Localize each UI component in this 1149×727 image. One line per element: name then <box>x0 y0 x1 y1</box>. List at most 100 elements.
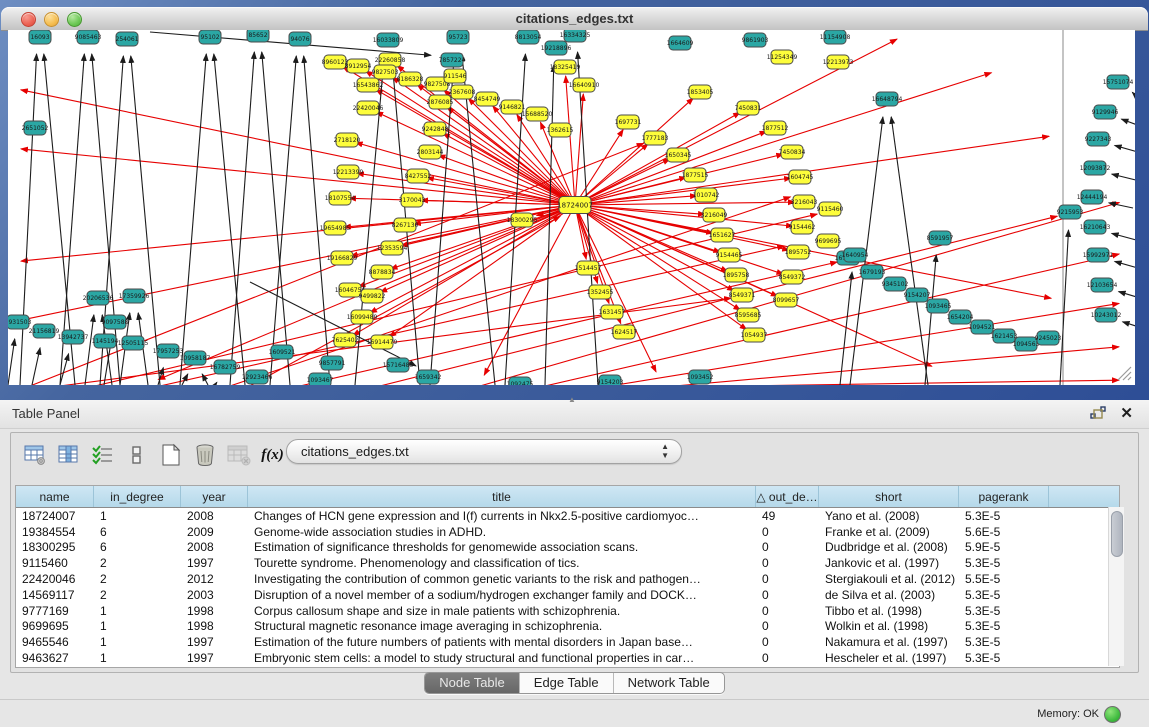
graph-node[interactable]: 1092475 <box>507 377 534 391</box>
graph-node[interactable]: 16334325 <box>560 28 591 42</box>
delete-table-icon[interactable] <box>223 440 254 470</box>
graph-node[interactable]: 1877512 <box>762 121 789 135</box>
graph-node[interactable]: 19166829 <box>327 251 358 265</box>
graph-node[interactable]: 18107554 <box>325 191 356 205</box>
graph-node[interactable]: 19218896 <box>541 41 572 55</box>
graph-node[interactable]: 20206536 <box>83 291 114 305</box>
table-row[interactable]: 969969511998Structural magnetic resonanc… <box>16 619 1119 635</box>
graph-node[interactable]: 1659342 <box>415 370 442 384</box>
graph-node[interactable]: 254061 <box>116 32 139 46</box>
memory-status-indicator[interactable] <box>1104 706 1121 723</box>
new-column-icon[interactable] <box>155 440 186 470</box>
graph-node[interactable]: 16914479 <box>367 335 398 349</box>
graph-node[interactable]: 8186328 <box>397 72 424 86</box>
table-scrollbar-thumb[interactable] <box>1111 511 1123 557</box>
graph-node[interactable]: 18724007 <box>557 197 593 214</box>
graph-node[interactable]: 7450834 <box>779 145 806 159</box>
graph-node[interactable]: 9827503 <box>372 65 399 79</box>
graph-node[interactable]: 1604745 <box>787 170 814 184</box>
graph-node[interactable]: 16210643 <box>1080 220 1111 234</box>
graph-node[interactable]: 3170043 <box>399 193 426 207</box>
graph-node[interactable]: 9345102 <box>882 277 909 291</box>
column-header-year[interactable]: year <box>181 486 248 507</box>
graph-node[interactable]: 11154908 <box>820 30 851 44</box>
graph-node[interactable]: 1651627 <box>709 228 736 242</box>
graph-node[interactable]: 16640910 <box>569 78 600 92</box>
table-row[interactable]: 911546021997Tourette syndrome. Phenomeno… <box>16 555 1119 571</box>
graph-node[interactable]: 1010742 <box>693 188 720 202</box>
graph-node[interactable]: 1094521 <box>969 320 996 334</box>
graph-node[interactable]: 8427552 <box>405 169 432 183</box>
graph-node[interactable]: 13942737 <box>58 330 89 344</box>
graph-node[interactable]: 15992971 <box>1083 248 1114 262</box>
graph-node[interactable]: 3216049 <box>701 208 728 222</box>
table-row[interactable]: 946362711997Embryonic stem cells: a mode… <box>16 650 1119 666</box>
graph-node[interactable]: 18300295 <box>507 213 538 227</box>
graph-node[interactable]: 95723 <box>447 30 469 44</box>
graph-node[interactable]: 2718120 <box>334 133 361 147</box>
tab-edge-table[interactable]: Edge Table <box>520 673 614 693</box>
graph-node[interactable]: 9245023 <box>1035 331 1062 345</box>
table-row[interactable]: 946554611997Estimation of the future num… <box>16 634 1119 650</box>
graph-node[interactable]: 9154203 <box>597 375 624 389</box>
graph-node[interactable]: 3216043 <box>791 195 818 209</box>
graph-node[interactable]: 1650345 <box>665 148 692 162</box>
graph-node[interactable]: 7625402 <box>332 333 359 347</box>
graph-node[interactable]: 1664609 <box>667 36 694 50</box>
graph-node[interactable]: 16099489 <box>347 310 378 324</box>
graph-node[interactable]: 7857224 <box>439 53 466 67</box>
function-builder-icon[interactable]: f(x) <box>257 440 288 470</box>
graph-node[interactable]: 9215953 <box>1057 205 1084 219</box>
graph-node[interactable]: 1853405 <box>687 85 714 99</box>
graph-node[interactable]: 12213399 <box>333 165 364 179</box>
graph-node[interactable]: 15688520 <box>522 107 553 121</box>
graph-node[interactable]: 9857791 <box>319 356 346 370</box>
graph-node[interactable]: 3931503 <box>5 315 32 329</box>
graph-node[interactable]: 1679193 <box>859 265 886 279</box>
graph-node[interactable]: 8454749 <box>474 92 501 106</box>
graph-node[interactable]: 11254349 <box>767 50 798 64</box>
graph-node[interactable]: 8099657 <box>773 293 800 307</box>
graph-node[interactable]: 9154462 <box>789 220 816 234</box>
graph-node[interactable]: 1093452 <box>687 370 714 384</box>
graph-node[interactable]: 1093467 <box>307 373 334 387</box>
column-header-short[interactable]: short <box>819 486 959 507</box>
unselect-all-icon[interactable] <box>121 440 152 470</box>
graph-node[interactable]: 9699695 <box>815 234 842 248</box>
graph-node[interactable]: 2876085 <box>427 95 454 109</box>
graph-node[interactable]: 1352455 <box>587 285 614 299</box>
graph-node[interactable]: 1054937 <box>741 328 768 342</box>
select-all-icon[interactable] <box>87 440 118 470</box>
graph-node[interactable]: 1514457 <box>575 261 602 275</box>
graph-node[interactable]: 1362615 <box>547 123 574 137</box>
graph-node[interactable]: 911546 <box>444 69 467 83</box>
column-header-in_degree[interactable]: in_degree <box>94 486 181 507</box>
graph-node[interactable]: 8591957 <box>927 231 954 245</box>
graph-node[interactable]: 10958187 <box>180 351 211 365</box>
show-columns-icon[interactable] <box>53 440 84 470</box>
graph-node[interactable]: 16543862 <box>353 78 384 92</box>
tab-node-table[interactable]: Node Table <box>425 673 520 693</box>
column-header-out_de[interactable]: △ out_de… <box>756 486 819 507</box>
graph-node[interactable]: 1895752 <box>785 245 812 259</box>
table-mode-icon[interactable] <box>19 440 50 470</box>
table-row[interactable]: 2242004622012Investigating the contribut… <box>16 571 1119 587</box>
graph-node[interactable]: 94076 <box>289 32 311 46</box>
graph-node[interactable]: 9861903 <box>742 33 769 47</box>
graph-node[interactable]: 2803144 <box>417 145 444 159</box>
graph-node[interactable]: 7450831 <box>735 101 762 115</box>
graph-node[interactable]: 21156819 <box>29 324 60 338</box>
graph-node[interactable]: 1624517 <box>611 325 638 339</box>
graph-node[interactable]: 12103654 <box>1087 278 1118 292</box>
table-row[interactable]: 1830029562008Estimation of significance … <box>16 540 1119 556</box>
splitter-handle[interactable]: ▲ <box>568 397 578 402</box>
graph-node[interactable]: 1609521 <box>269 345 296 359</box>
graph-node[interactable]: 16033809 <box>373 33 404 47</box>
graph-node[interactable]: 8912954 <box>345 59 372 73</box>
graph-node[interactable]: 8595685 <box>735 308 762 322</box>
graph-node[interactable]: 1631457 <box>599 305 626 319</box>
graph-node[interactable]: 8549372 <box>779 270 806 284</box>
graph-node[interactable]: 9154207 <box>904 288 931 302</box>
graph-node[interactable]: 8813054 <box>515 30 542 44</box>
graph-node[interactable]: 16648794 <box>872 92 903 106</box>
